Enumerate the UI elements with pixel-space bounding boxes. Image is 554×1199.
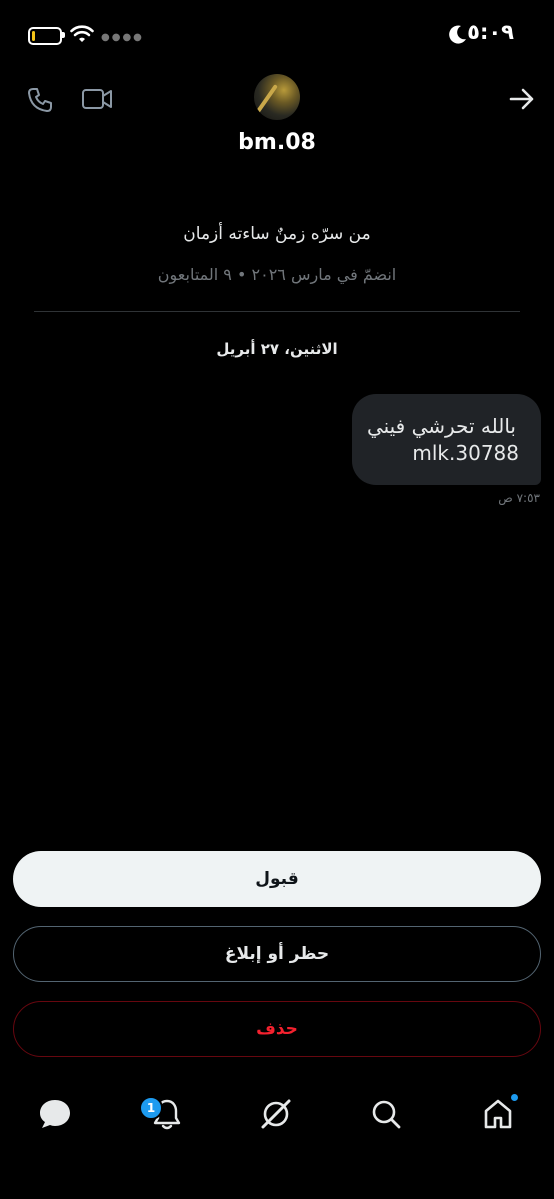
- username[interactable]: bm.08: [0, 130, 554, 155]
- profile-bio: من سرّه زمنٌ ساءته أزمان: [183, 224, 371, 244]
- moon-icon: [449, 25, 466, 44]
- date-separator: الاثنين، ٢٧ أبريل: [216, 340, 338, 358]
- home-unread-dot: [511, 1094, 518, 1101]
- delete-button[interactable]: حذف: [13, 1001, 541, 1057]
- wifi-icon: [70, 25, 94, 42]
- messages-icon[interactable]: [37, 1096, 73, 1132]
- video-icon[interactable]: [81, 86, 113, 112]
- message-text-line-2: mlk.30788: [412, 441, 519, 465]
- message-text-line-1: بالله تحرشي فيني: [366, 414, 516, 438]
- home-icon[interactable]: [480, 1096, 516, 1132]
- back-arrow-icon[interactable]: [508, 86, 536, 112]
- status-time: ٥:٠٩: [467, 20, 514, 44]
- search-icon[interactable]: [368, 1096, 404, 1132]
- accept-button[interactable]: قبول: [13, 851, 541, 907]
- avatar[interactable]: [254, 74, 300, 120]
- battery-icon: [28, 27, 62, 45]
- message-bubble[interactable]: [352, 394, 541, 485]
- profile-meta: انضمّ في مارس ٢٠٢٦ • ٩ المتابعون: [157, 265, 397, 284]
- notifications-badge: 1: [139, 1096, 163, 1120]
- divider: [34, 311, 520, 312]
- block-report-button[interactable]: حظر أو إبلاغ: [13, 926, 541, 982]
- message-timestamp: ٧:٥٣ ص: [498, 491, 540, 505]
- signal-dots: ●●●●: [101, 32, 144, 43]
- battery-tip: [62, 32, 65, 38]
- phone-icon[interactable]: [26, 86, 54, 114]
- grok-icon[interactable]: [258, 1096, 294, 1132]
